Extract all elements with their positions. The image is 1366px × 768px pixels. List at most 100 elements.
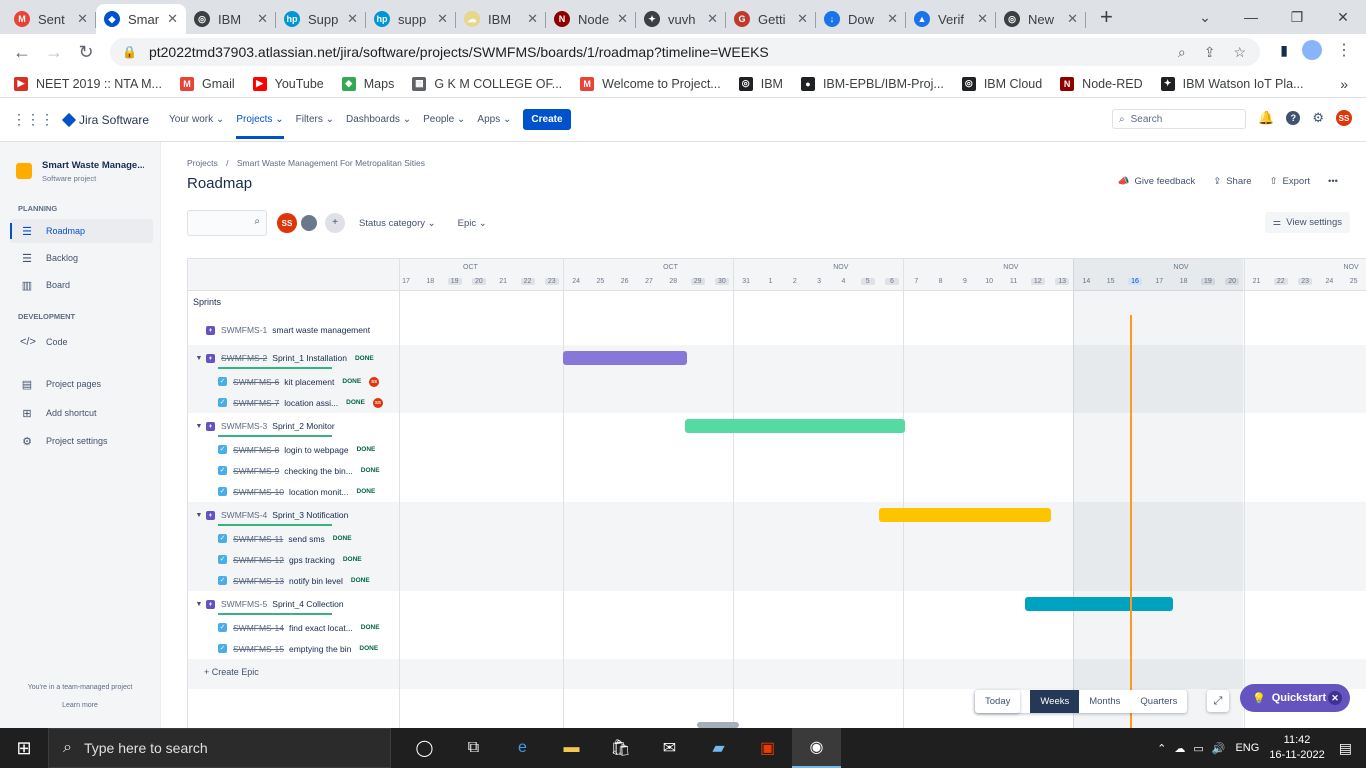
notifications-icon[interactable]: 🔔 xyxy=(1258,110,1274,126)
bookmark-item[interactable]: ▦ G K M COLLEGE OF... xyxy=(412,76,562,91)
unassigned-filter-icon[interactable] xyxy=(299,213,319,233)
app-switcher-icon[interactable]: ⋮⋮⋮ xyxy=(12,111,54,128)
status-category-filter[interactable]: Status category ⌄ xyxy=(359,218,436,229)
bookmark-item[interactable]: ▶ NEET 2019 :: NTA M... xyxy=(14,76,162,91)
issue-row[interactable]: ✓ SWMFMS-9 checking the bin... DONE xyxy=(218,460,380,481)
tab-search-icon[interactable]: ⌄ xyxy=(1182,9,1228,26)
app-icon[interactable]: ▰ xyxy=(694,728,743,768)
tab-close-icon[interactable]: ✕ xyxy=(527,11,538,27)
tab-close-icon[interactable]: ✕ xyxy=(797,11,808,27)
quickstart-button[interactable]: 💡 Quickstart ✕ xyxy=(1240,684,1350,712)
tray-chevron-icon[interactable]: ⌃ xyxy=(1157,742,1166,755)
bookmark-item[interactable]: ▶ YouTube xyxy=(252,76,324,91)
issue-row[interactable]: ✓ SWMFMS-7 location assi... DONE SS xyxy=(218,392,383,413)
browser-tab[interactable]: G Getti ✕ xyxy=(726,4,816,34)
bookmark-item[interactable]: M Gmail xyxy=(179,76,235,91)
clock[interactable]: 11:42 16-11-2022 xyxy=(1269,733,1324,763)
create-epic-button[interactable]: + Create Epic xyxy=(204,667,259,677)
cloud-icon[interactable]: ☁ xyxy=(1174,742,1185,755)
language-indicator[interactable]: ENG xyxy=(1235,742,1259,754)
issue-row[interactable]: ✓ SWMFMS-15 emptying the bin DONE xyxy=(218,638,378,659)
nav-projects[interactable]: Projects ⌄ xyxy=(236,114,284,139)
tab-close-icon[interactable]: ✕ xyxy=(707,11,718,27)
jira-logo[interactable]: Jira Software xyxy=(61,112,149,127)
tab-close-icon[interactable]: ✕ xyxy=(1067,11,1078,27)
store-icon[interactable]: 🛍 xyxy=(596,728,645,768)
tab-close-icon[interactable]: ✕ xyxy=(77,11,88,27)
sidebar-item-project-pages[interactable]: ▤ Project pages xyxy=(10,372,153,396)
browser-menu-icon[interactable]: ⋮ xyxy=(1336,40,1352,60)
more-actions-button[interactable]: ••• xyxy=(1328,176,1338,187)
sidebar-item-roadmap[interactable]: ☰ Roadmap xyxy=(10,219,153,243)
url-field[interactable]: 🔒 pt2022tmd37903.atlassian.net/jira/soft… xyxy=(110,38,1260,66)
nav-filters[interactable]: Filters ⌄ xyxy=(296,114,334,125)
jira-search-input[interactable]: ⌕ Search xyxy=(1112,109,1246,129)
nav-dashboards[interactable]: Dashboards ⌄ xyxy=(346,114,411,125)
project-header[interactable]: Smart Waste Manage... Software project xyxy=(16,160,144,183)
breadcrumb-project-link[interactable]: Smart Waste Management For Metropalitan … xyxy=(237,158,425,168)
browser-tab[interactable]: hp Supp ✕ xyxy=(276,4,366,34)
browser-tab[interactable]: hp supp ✕ xyxy=(366,4,456,34)
new-tab-button[interactable]: + xyxy=(1100,4,1113,30)
side-panel-icon[interactable]: ▮ xyxy=(1280,42,1288,59)
horizontal-scrollbar[interactable] xyxy=(697,722,739,728)
notification-center-icon[interactable]: ▤ xyxy=(1339,740,1352,757)
reload-icon[interactable]: ↻ xyxy=(70,42,102,63)
browser-tab[interactable]: ◆ Smar ✕ xyxy=(96,4,186,34)
share-page-icon[interactable]: ⇪ xyxy=(1204,44,1216,61)
browser-tab[interactable]: ☁ IBM ✕ xyxy=(456,4,546,34)
export-button[interactable]: ⇧ Export xyxy=(1270,176,1310,187)
nav-your-work[interactable]: Your work ⌄ xyxy=(169,114,224,125)
assignee-filter-avatar[interactable]: SS xyxy=(277,213,297,233)
back-icon[interactable]: ← xyxy=(6,42,38,63)
issue-row[interactable]: ✓ SWMFMS-13 notify bin level DONE xyxy=(218,570,370,591)
cortana-icon[interactable]: ◯ xyxy=(400,728,449,768)
chevron-down-icon[interactable]: ▼ xyxy=(192,423,206,430)
network-icon[interactable]: ▭ xyxy=(1193,742,1203,755)
bookmark-item[interactable]: M Welcome to Project... xyxy=(580,76,721,91)
tab-close-icon[interactable]: ✕ xyxy=(257,11,268,27)
bookmark-item[interactable]: N Node-RED xyxy=(1060,76,1143,91)
profile-avatar[interactable] xyxy=(1302,40,1322,60)
restore-button[interactable]: ❐ xyxy=(1274,9,1320,26)
chevron-down-icon[interactable]: ▼ xyxy=(192,512,206,519)
chevron-down-icon[interactable]: ▼ xyxy=(192,601,206,608)
edge-icon[interactable]: e xyxy=(498,728,547,768)
bookmark-star-icon[interactable]: ☆ xyxy=(1233,44,1246,61)
bookmark-item[interactable]: ✦ IBM Watson IoT Pla... xyxy=(1160,76,1303,91)
sidebar-item-board[interactable]: ▥ Board xyxy=(10,273,153,297)
tab-close-icon[interactable]: ✕ xyxy=(887,11,898,27)
epic-timeline-bar[interactable] xyxy=(879,508,1052,522)
settings-gear-icon[interactable]: ⚙ xyxy=(1312,110,1324,126)
sidebar-item-add-shortcut[interactable]: ⊞ Add shortcut xyxy=(10,401,153,425)
learn-more-link[interactable]: Learn more xyxy=(0,702,160,709)
issue-row[interactable]: ✓ SWMFMS-12 gps tracking DONE xyxy=(218,549,362,570)
tab-close-icon[interactable]: ✕ xyxy=(347,11,358,27)
issue-row[interactable]: ✓ SWMFMS-6 kit placement DONE SS xyxy=(218,371,380,392)
bookmark-item[interactable]: ◆ Maps xyxy=(341,76,394,91)
browser-tab[interactable]: ◎ New ✕ xyxy=(996,4,1086,34)
tab-close-icon[interactable]: ✕ xyxy=(437,11,448,27)
tab-close-icon[interactable]: ✕ xyxy=(977,11,988,27)
quarters-button[interactable]: Quarters xyxy=(1130,690,1187,713)
close-quickstart-icon[interactable]: ✕ xyxy=(1328,691,1342,705)
browser-tab[interactable]: N Node ✕ xyxy=(546,4,636,34)
issue-row[interactable]: ✓ SWMFMS-8 login to webpage DONE xyxy=(218,439,375,460)
sprint-row[interactable]: SWMFMS-1 smart waste management xyxy=(192,315,370,345)
epic-timeline-bar[interactable] xyxy=(684,419,906,433)
browser-tab[interactable]: ◎ IBM ✕ xyxy=(186,4,276,34)
browser-tab[interactable]: ▲ Verif ✕ xyxy=(906,4,996,34)
zoom-icon[interactable]: ⌕ xyxy=(1178,44,1186,61)
office-icon[interactable]: ▣ xyxy=(743,728,792,768)
tab-close-icon[interactable]: ✕ xyxy=(167,11,178,27)
breadcrumb-projects-link[interactable]: Projects xyxy=(187,158,218,168)
fullscreen-icon[interactable]: ⤢ xyxy=(1207,690,1229,712)
epic-timeline-bar[interactable] xyxy=(563,351,687,365)
nav-apps[interactable]: Apps ⌄ xyxy=(477,114,511,125)
tab-close-icon[interactable]: ✕ xyxy=(617,11,628,27)
issue-row[interactable]: ✓ SWMFMS-14 find exact locat... DONE xyxy=(218,617,380,638)
taskbar-search[interactable]: ⌕ Type here to search xyxy=(48,728,391,768)
file-explorer-icon[interactable]: ▬ xyxy=(547,728,596,768)
share-button[interactable]: ⇪ Share xyxy=(1213,176,1251,187)
roadmap-search-input[interactable]: ⌕ xyxy=(187,210,267,236)
